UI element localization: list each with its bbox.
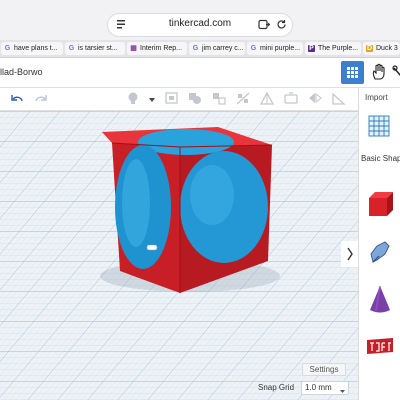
- workplane-icon: [368, 115, 390, 137]
- cone-icon: [370, 285, 390, 313]
- workplane-viewport[interactable]: Settings Snap Grid: [0, 111, 358, 400]
- workplane-tool[interactable]: [365, 112, 395, 142]
- settings-button[interactable]: Settings: [302, 363, 346, 376]
- tab-label: jim carrey c...: [202, 45, 244, 52]
- scribble-icon: [370, 241, 390, 263]
- ungroup-icon[interactable]: [212, 92, 226, 105]
- app-header: llad-Borwo: [0, 58, 400, 88]
- reload-icon[interactable]: [276, 19, 287, 30]
- browser-tab[interactable]: P The Purple...: [305, 42, 361, 55]
- address-bar[interactable]: tinkercad.com: [108, 14, 292, 36]
- dropdown-caret-icon[interactable]: [149, 96, 155, 102]
- edit-toolbar: [0, 88, 358, 111]
- browser-tab[interactable]: ▦ Interim Rep...: [127, 42, 187, 55]
- shape-box[interactable]: [363, 186, 397, 220]
- hollow-cube-with-sphere[interactable]: [102, 127, 273, 293]
- tab-strip: G have plans t... G is tarsier st... ▦ I…: [0, 40, 400, 58]
- settings-label: Settings: [309, 365, 339, 374]
- tab-label: mini purple...: [260, 45, 301, 52]
- shape-category-select[interactable]: Basic Shap: [361, 152, 400, 166]
- workplane-grid[interactable]: [0, 111, 358, 400]
- reader-icon[interactable]: [258, 19, 271, 30]
- google-icon: G: [4, 45, 11, 52]
- grid-view-button[interactable]: [341, 61, 364, 84]
- tab-label: Interim Rep...: [140, 45, 183, 52]
- group-icon[interactable]: [188, 92, 202, 105]
- tools-icon[interactable]: [392, 64, 400, 80]
- google-icon: G: [250, 45, 257, 52]
- grid-icon: [347, 67, 358, 78]
- mirror-icon[interactable]: [259, 91, 275, 105]
- slack-icon: ▦: [130, 45, 137, 52]
- browser-tab[interactable]: G mini purple...: [247, 42, 303, 55]
- selection-handle[interactable]: [146, 244, 158, 251]
- hand-icon[interactable]: [370, 63, 388, 81]
- tab-label: The Purple...: [318, 45, 359, 52]
- measure-icon[interactable]: [332, 92, 346, 105]
- dropdown-caret-icon: [340, 386, 345, 393]
- note-icon[interactable]: [165, 92, 179, 105]
- tab-label: have plans t...: [14, 45, 58, 52]
- light-bulb-icon[interactable]: [127, 91, 139, 107]
- snap-grid-select[interactable]: 1.0 mm: [301, 381, 349, 395]
- undo-icon[interactable]: [10, 92, 24, 106]
- google-icon: G: [68, 45, 75, 52]
- shape-scribble[interactable]: [363, 234, 397, 268]
- browser-tab[interactable]: D Duck 3: [363, 42, 400, 55]
- snap-grid-label: Snap Grid: [258, 383, 295, 392]
- google-icon: G: [192, 45, 199, 52]
- browser-tab[interactable]: G jim carrey c...: [189, 42, 245, 55]
- snap-grid-value: 1.0 mm: [305, 383, 332, 392]
- browser-chrome: tinkercad.com: [0, 0, 400, 40]
- collapse-panel-tab[interactable]: [341, 241, 358, 267]
- shape-text[interactable]: [363, 328, 397, 362]
- browser-tab[interactable]: G is tarsier st...: [65, 42, 125, 55]
- design-title[interactable]: llad-Borwo: [0, 67, 43, 77]
- tab-label: is tarsier st...: [78, 45, 118, 52]
- tab-label: Duck 3: [376, 45, 398, 52]
- shape-cone[interactable]: [363, 282, 397, 316]
- flip-icon[interactable]: [308, 92, 322, 105]
- duck-icon: D: [366, 45, 373, 52]
- shapes-panel: Import Basic Shap: [358, 88, 400, 400]
- redo-icon[interactable]: [34, 92, 48, 106]
- align-icon[interactable]: [236, 92, 250, 105]
- cruise-icon[interactable]: [284, 92, 298, 105]
- browser-tab[interactable]: G have plans t...: [1, 42, 63, 55]
- box-icon: [369, 192, 393, 216]
- text-shape-icon: [367, 338, 393, 354]
- import-button[interactable]: Import: [365, 93, 388, 102]
- purple-p-icon: P: [308, 45, 315, 52]
